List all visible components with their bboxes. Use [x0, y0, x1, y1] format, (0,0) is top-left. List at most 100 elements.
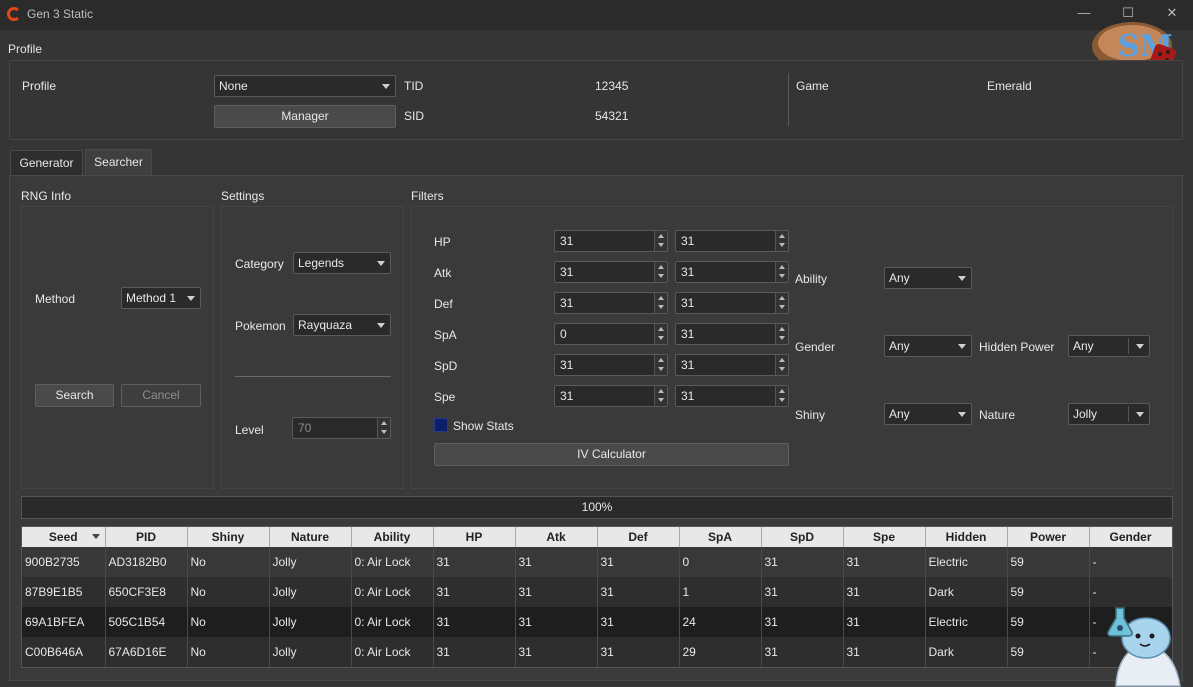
header-power[interactable]: Power [1007, 527, 1090, 547]
iv-calculator-button[interactable]: IV Calculator [434, 443, 789, 466]
spa-min-spinbox[interactable]: 0 [554, 323, 668, 345]
header-spe[interactable]: Spe [843, 527, 926, 547]
hp-max-spinbox[interactable]: 31 [675, 230, 789, 252]
cell-hp[interactable]: 31 [433, 577, 516, 607]
spd-min-spinbox[interactable]: 31 [554, 354, 668, 376]
cell-atk[interactable]: 31 [515, 607, 598, 637]
search-button[interactable]: Search [35, 384, 114, 407]
cell-spa[interactable]: 0 [679, 547, 762, 577]
cell-nature[interactable]: Jolly [269, 637, 352, 667]
results-table-container[interactable]: Seed PID Shiny Nature Ability HP Atk Def… [21, 526, 1173, 668]
cell-def[interactable]: 31 [597, 577, 680, 607]
cell-pid[interactable]: 67A6D16E [105, 637, 188, 667]
cell-power[interactable]: 59 [1007, 577, 1090, 607]
cell-hidden[interactable]: Electric [925, 607, 1008, 637]
cell-pid[interactable]: 650CF3E8 [105, 577, 188, 607]
cell-spe[interactable]: 31 [843, 637, 926, 667]
atk-min-spinbox[interactable]: 31 [554, 261, 668, 283]
cell-hidden[interactable]: Dark [925, 577, 1008, 607]
table-row[interactable]: 69A1BFEA 505C1B54 No Jolly 0: Air Lock 31 31 31… [22, 607, 1172, 637]
cell-spa[interactable]: 24 [679, 607, 762, 637]
spa-max-spinbox[interactable]: 31 [675, 323, 789, 345]
level-spinbox[interactable]: 70 [292, 417, 391, 439]
table-row[interactable]: 87B9E1B5 650CF3E8 No Jolly 0: Air Lock 31 31 31… [22, 577, 1172, 607]
shiny-select[interactable]: Any [884, 403, 972, 425]
header-def[interactable]: Def [597, 527, 680, 547]
cell-spd[interactable]: 31 [761, 577, 844, 607]
header-nature[interactable]: Nature [269, 527, 352, 547]
profile-select[interactable]: None [214, 75, 396, 97]
header-ability[interactable]: Ability [351, 527, 434, 547]
header-atk[interactable]: Atk [515, 527, 598, 547]
cell-nature[interactable]: Jolly [269, 547, 352, 577]
cell-hidden[interactable]: Electric [925, 547, 1008, 577]
cell-ability[interactable]: 0: Air Lock [351, 607, 434, 637]
method-select[interactable]: Method 1 [121, 287, 201, 309]
atk-max-spinbox[interactable]: 31 [675, 261, 789, 283]
cell-ability[interactable]: 0: Air Lock [351, 637, 434, 667]
header-spa[interactable]: SpA [679, 527, 762, 547]
tab-generator[interactable]: Generator [10, 150, 83, 175]
cell-hp[interactable]: 31 [433, 607, 516, 637]
header-hp[interactable]: HP [433, 527, 516, 547]
hidden-power-select[interactable]: Any [1068, 335, 1150, 357]
def-min-spinbox[interactable]: 31 [554, 292, 668, 314]
pokemon-select[interactable]: Rayquaza [293, 314, 391, 336]
cell-power[interactable]: 59 [1007, 547, 1090, 577]
cell-seed[interactable]: 69A1BFEA [22, 607, 106, 637]
cancel-button[interactable]: Cancel [121, 384, 201, 407]
ability-select[interactable]: Any [884, 267, 972, 289]
cell-def[interactable]: 31 [597, 637, 680, 667]
cell-shiny[interactable]: No [187, 607, 270, 637]
cell-nature[interactable]: Jolly [269, 607, 352, 637]
cell-shiny[interactable]: No [187, 577, 270, 607]
cell-spe[interactable]: 31 [843, 577, 926, 607]
manager-button[interactable]: Manager [214, 105, 396, 128]
cell-spe[interactable]: 31 [843, 547, 926, 577]
cell-spa[interactable]: 1 [679, 577, 762, 607]
cell-def[interactable]: 31 [597, 607, 680, 637]
cell-shiny[interactable]: No [187, 637, 270, 667]
header-spd[interactable]: SpD [761, 527, 844, 547]
cell-ability[interactable]: 0: Air Lock [351, 577, 434, 607]
cell-atk[interactable]: 31 [515, 547, 598, 577]
cell-nature[interactable]: Jolly [269, 577, 352, 607]
hp-min-spinbox[interactable]: 31 [554, 230, 668, 252]
cell-hp[interactable]: 31 [433, 637, 516, 667]
spd-max-spinbox[interactable]: 31 [675, 354, 789, 376]
cell-power[interactable]: 59 [1007, 637, 1090, 667]
spe-max-spinbox[interactable]: 31 [675, 385, 789, 407]
cell-pid[interactable]: 505C1B54 [105, 607, 188, 637]
header-pid[interactable]: PID [105, 527, 188, 547]
nature-select[interactable]: Jolly [1068, 403, 1150, 425]
show-stats-checkbox[interactable] [434, 418, 448, 432]
cell-def[interactable]: 31 [597, 547, 680, 577]
cell-pid[interactable]: AD3182B0 [105, 547, 188, 577]
spe-min-spinbox[interactable]: 31 [554, 385, 668, 407]
cell-power[interactable]: 59 [1007, 607, 1090, 637]
header-hidden[interactable]: Hidden [925, 527, 1008, 547]
cell-spd[interactable]: 31 [761, 607, 844, 637]
header-gender[interactable]: Gender [1089, 527, 1172, 547]
header-shiny[interactable]: Shiny [187, 527, 270, 547]
cell-spe[interactable]: 31 [843, 607, 926, 637]
cell-atk[interactable]: 31 [515, 637, 598, 667]
cell-seed[interactable]: 900B2735 [22, 547, 106, 577]
gender-select[interactable]: Any [884, 335, 972, 357]
cell-hp[interactable]: 31 [433, 547, 516, 577]
cell-spd[interactable]: 31 [761, 547, 844, 577]
cell-seed[interactable]: C00B646A [22, 637, 106, 667]
def-max-spinbox[interactable]: 31 [675, 292, 789, 314]
tab-searcher[interactable]: Searcher [85, 149, 152, 175]
cell-gender[interactable]: - [1089, 547, 1172, 577]
cell-spa[interactable]: 29 [679, 637, 762, 667]
cell-spd[interactable]: 31 [761, 637, 844, 667]
cell-seed[interactable]: 87B9E1B5 [22, 577, 106, 607]
cell-shiny[interactable]: No [187, 547, 270, 577]
cell-ability[interactable]: 0: Air Lock [351, 547, 434, 577]
table-row[interactable]: 900B2735 AD3182B0 No Jolly 0: Air Lock 31 31 31… [22, 547, 1172, 577]
table-row[interactable]: C00B646A 67A6D16E No Jolly 0: Air Lock 31 31 31… [22, 637, 1172, 667]
category-select[interactable]: Legends [293, 252, 391, 274]
cell-atk[interactable]: 31 [515, 577, 598, 607]
cell-hidden[interactable]: Dark [925, 637, 1008, 667]
